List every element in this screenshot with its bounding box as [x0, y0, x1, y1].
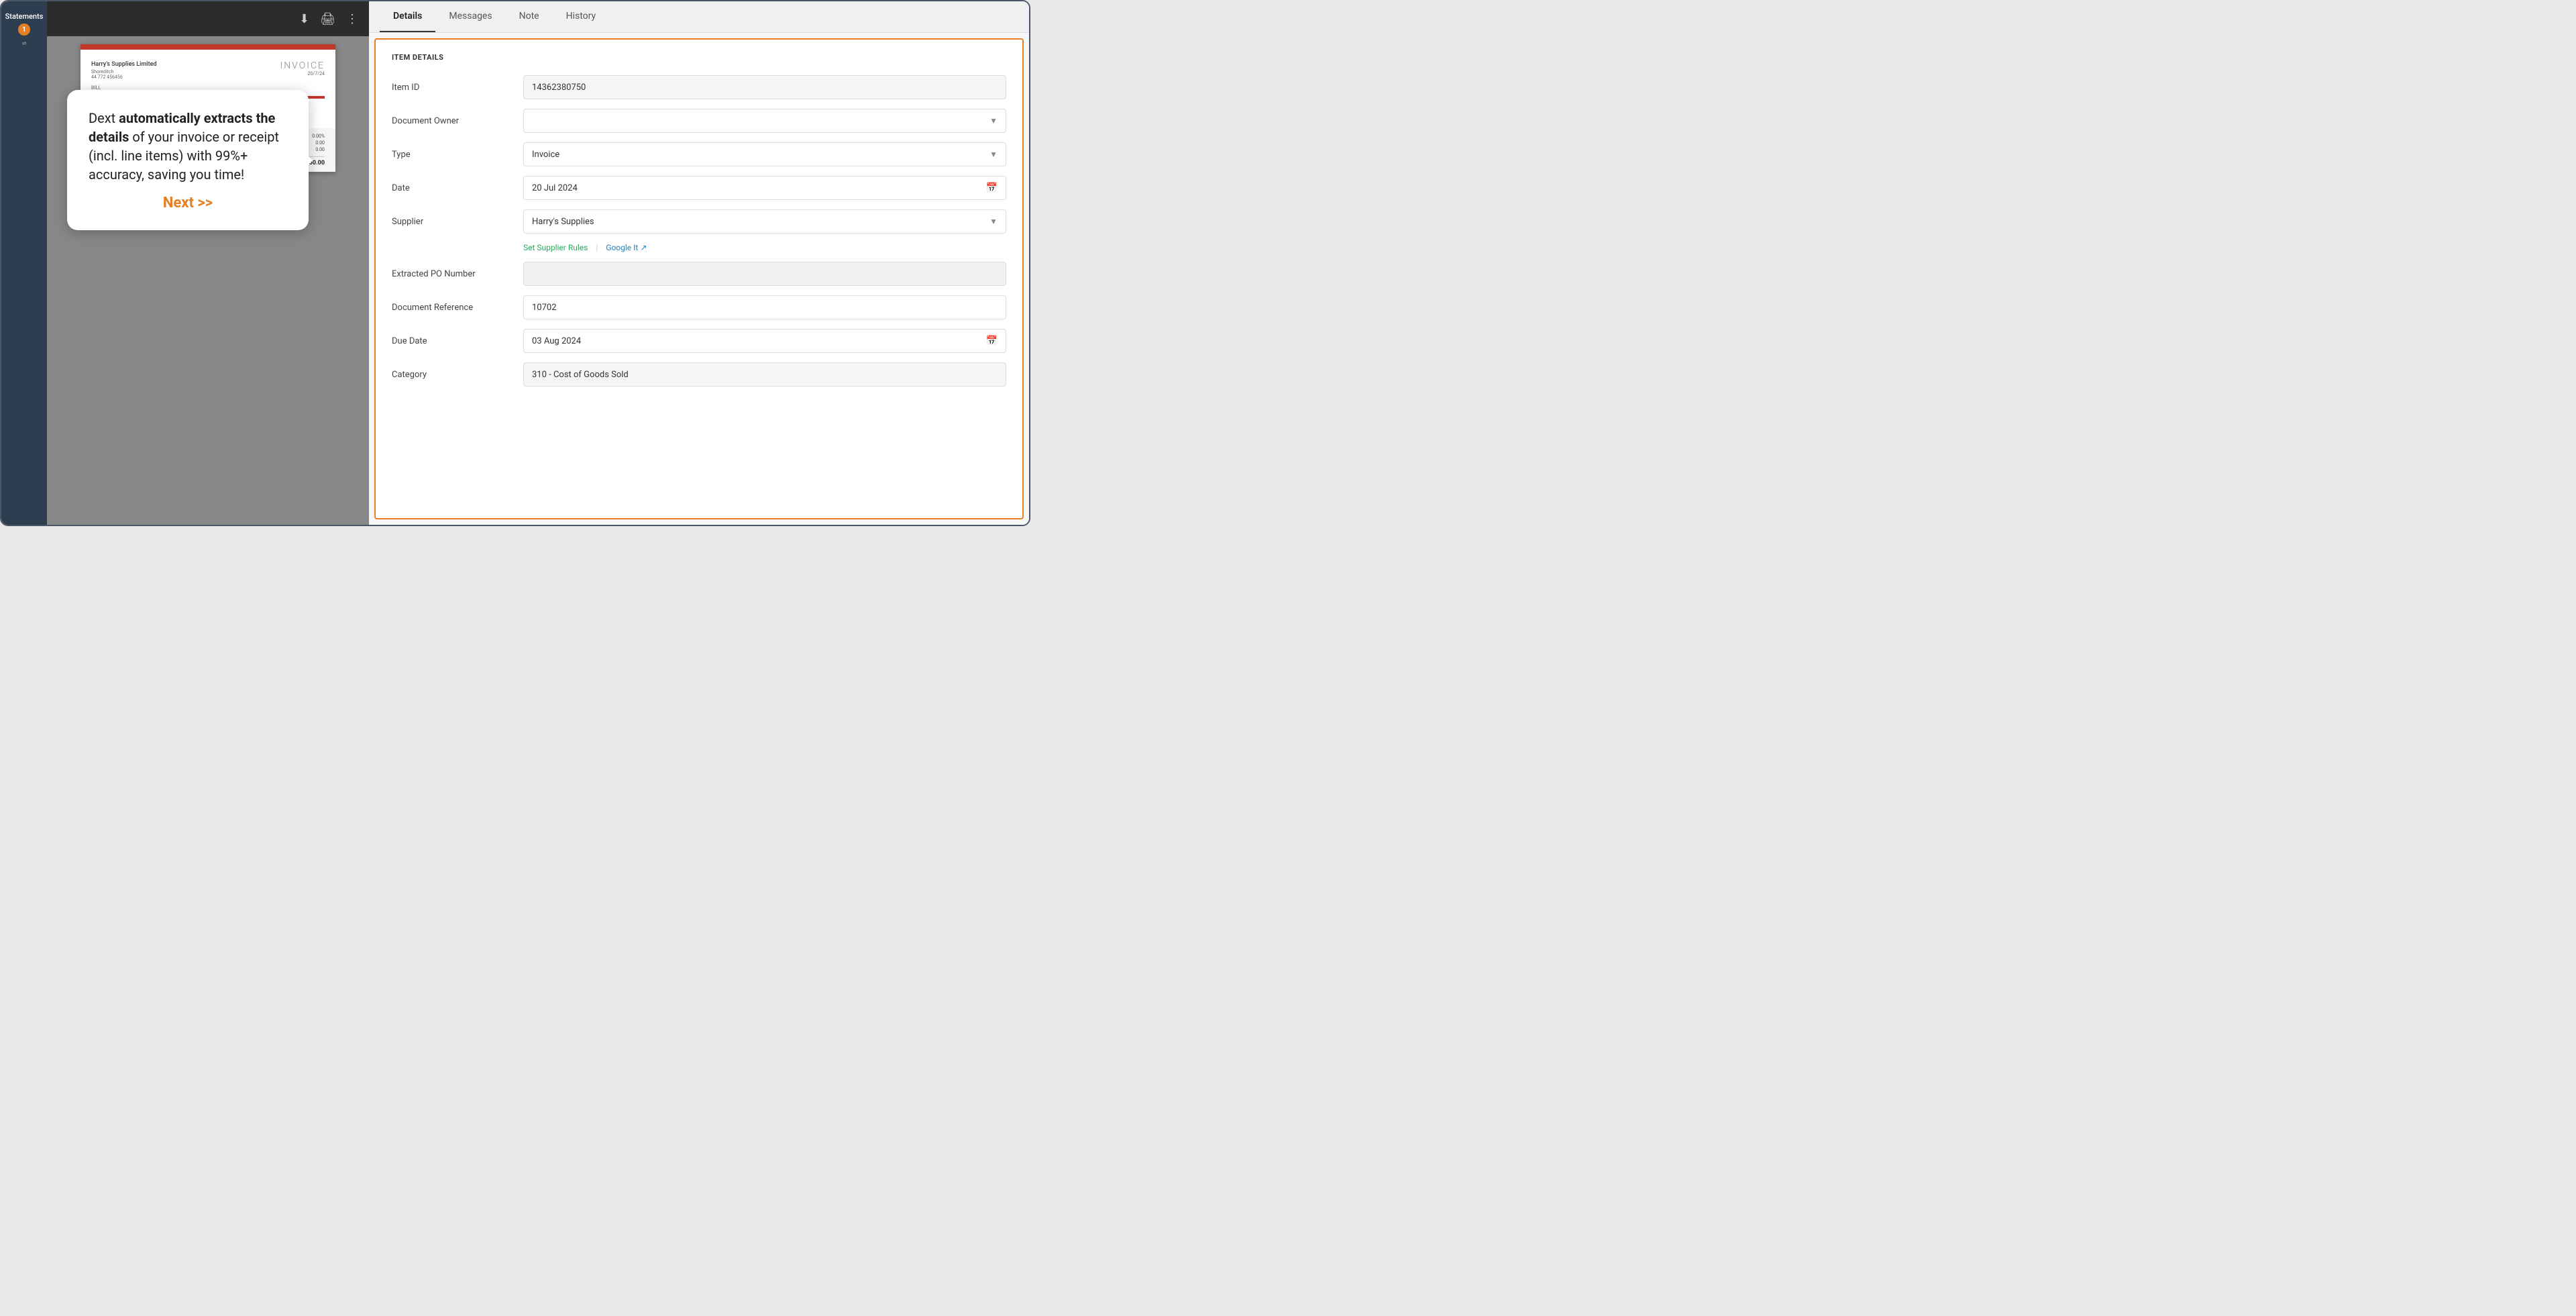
due-date-calendar-icon: 📅	[986, 336, 998, 346]
total-tax-value: 0.00	[315, 140, 325, 146]
type-value: Invoice	[532, 150, 559, 160]
field-row-due-date: Due Date 03 Aug 2024 📅	[392, 329, 1006, 353]
invoice-phone: 44 772 456456	[91, 74, 157, 80]
due-date-input[interactable]: 03 Aug 2024 📅	[523, 329, 1006, 353]
details-panel: ITEM DETAILS Item ID 14362380750 Documen…	[374, 38, 1024, 519]
date-input[interactable]: 20 Jul 2024 📅	[523, 176, 1006, 200]
supplier-value: Harry's Supplies	[532, 217, 594, 227]
tooltip-next-button[interactable]: Next >>	[89, 195, 287, 211]
invoice-date: 20/7/24	[280, 71, 325, 77]
tooltip-text: Dext automatically extracts the details …	[89, 109, 287, 184]
field-row-doc-ref: Document Reference 10702	[392, 295, 1006, 319]
field-row-date: Date 20 Jul 2024 📅	[392, 176, 1006, 200]
app-container: Statements 1 s ⬇ 🖨 ⋮ Harry's Supplies Li…	[1, 1, 1029, 525]
link-separator: |	[596, 243, 598, 252]
po-number-input[interactable]	[523, 262, 1006, 286]
supplier-links: Set Supplier Rules | Google It ↗	[523, 243, 1006, 252]
supplier-chevron: ▼	[989, 217, 998, 226]
field-row-po-number: Extracted PO Number	[392, 262, 1006, 286]
viewer-toolbar: ⬇ 🖨 ⋮	[47, 1, 369, 36]
set-supplier-rules-link[interactable]: Set Supplier Rules	[523, 243, 588, 252]
field-label-doc-ref: Document Reference	[392, 303, 513, 313]
google-it-link[interactable]: Google It ↗	[606, 243, 647, 252]
doc-owner-select[interactable]: ▼	[523, 109, 1006, 133]
invoice-preview: Harry's Supplies Limited Shoreditch 44 7…	[47, 36, 369, 525]
type-select[interactable]: Invoice ▼	[523, 142, 1006, 166]
invoice-address: Shoreditch	[91, 69, 157, 74]
field-row-doc-owner: Document Owner ▼	[392, 109, 1006, 133]
type-chevron: ▼	[989, 150, 998, 159]
doc-ref-input[interactable]: 10702	[523, 295, 1006, 319]
tooltip-intro: Dext	[89, 110, 119, 126]
field-label-date: Date	[392, 183, 513, 193]
print-icon[interactable]: 🖨	[320, 12, 335, 26]
field-label-item-id: Item ID	[392, 83, 513, 93]
date-calendar-icon: 📅	[986, 183, 998, 193]
google-it-label: Google It	[606, 243, 638, 252]
shipping-value: 0.00	[315, 147, 325, 152]
sidebar-badge: 1	[18, 23, 30, 36]
field-label-category: Category	[392, 370, 513, 380]
date-value: 20 Jul 2024	[532, 183, 578, 193]
tax-rate-value: 0.00%	[312, 134, 325, 139]
tab-history[interactable]: History	[553, 1, 610, 32]
tabs-bar: Details Messages Note History	[369, 1, 1029, 33]
tab-note[interactable]: Note	[506, 1, 553, 32]
field-label-type: Type	[392, 150, 513, 160]
field-label-po-number: Extracted PO Number	[392, 269, 513, 279]
sidebar: Statements 1 s	[1, 1, 47, 525]
field-row-category: Category 310 - Cost of Goods Sold	[392, 362, 1006, 387]
tab-details[interactable]: Details	[380, 1, 435, 32]
sidebar-statements[interactable]: Statements 1	[5, 12, 44, 36]
category-input[interactable]: 310 - Cost of Goods Sold	[523, 362, 1006, 387]
invoice-company-name: Harry's Supplies Limited	[91, 60, 157, 69]
download-icon[interactable]: ⬇	[299, 12, 309, 26]
field-label-supplier: Supplier	[392, 217, 513, 227]
tooltip-bubble: Dext automatically extracts the details …	[67, 90, 309, 230]
field-label-doc-owner: Document Owner	[392, 116, 513, 126]
section-title: ITEM DETAILS	[392, 53, 1006, 62]
google-it-icon: ↗	[640, 243, 647, 252]
tab-messages[interactable]: Messages	[435, 1, 505, 32]
right-panel: Details Messages Note History ITEM DETAI…	[369, 1, 1029, 525]
field-row-item-id: Item ID 14362380750	[392, 75, 1006, 99]
field-label-due-date: Due Date	[392, 336, 513, 346]
due-date-value: 03 Aug 2024	[532, 336, 581, 346]
supplier-select[interactable]: Harry's Supplies ▼	[523, 209, 1006, 234]
field-row-supplier: Supplier Harry's Supplies ▼	[392, 209, 1006, 234]
item-id-input[interactable]: 14362380750	[523, 75, 1006, 99]
invoice-title: INVOICE	[280, 60, 325, 71]
doc-owner-chevron: ▼	[989, 116, 998, 125]
sidebar-sub-label: s	[21, 41, 28, 45]
field-row-type: Type Invoice ▼	[392, 142, 1006, 166]
more-options-icon[interactable]: ⋮	[346, 12, 358, 26]
invoice-header-bar	[80, 44, 335, 50]
sidebar-statements-label: Statements	[5, 12, 44, 21]
document-viewer: ⬇ 🖨 ⋮ Harry's Supplies Limited Shoreditc…	[47, 1, 369, 525]
